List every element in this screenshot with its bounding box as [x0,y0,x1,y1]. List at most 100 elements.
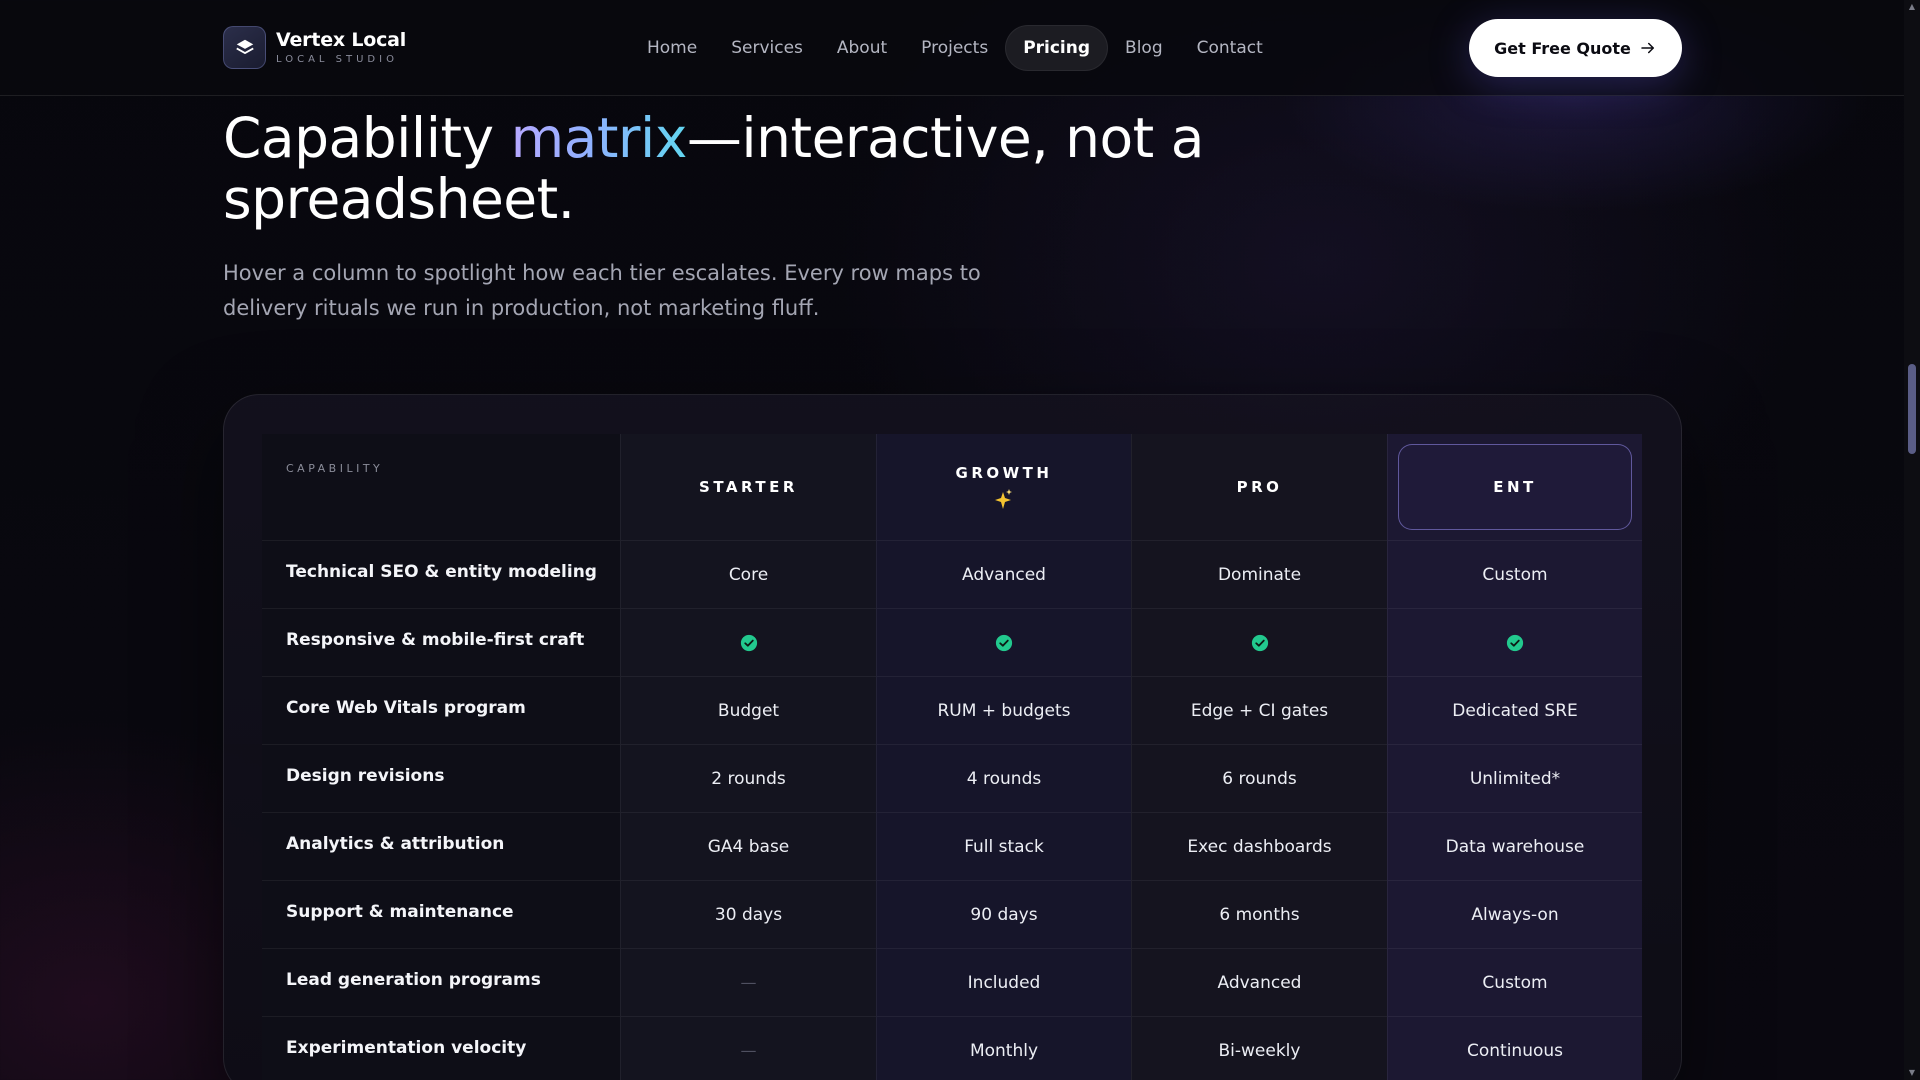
scrollbar-track[interactable] [1904,0,1920,1080]
capability-matrix: CAPABILITY STARTER GROWTH PRO ENT Techni… [262,434,1642,1080]
nav-item-contact[interactable]: Contact [1180,25,1280,71]
matrix-cell-pro: Bi-weekly [1131,1016,1387,1080]
arrow-right-icon [1641,42,1654,54]
matrix-cell-value: Full stack [964,836,1044,857]
matrix-cell-growth: 90 days [876,880,1131,948]
capability-column-header: CAPABILITY [262,434,620,540]
nav-item-services[interactable]: Services [714,25,820,71]
tier-header-label: PRO [1236,478,1283,496]
matrix-cell-ent: Always-on [1387,880,1642,948]
scroll-up-arrow-icon[interactable]: ▲ [1907,2,1917,12]
page-subtitle: Hover a column to spotlight how each tie… [223,261,981,320]
matrix-cell-value: Continuous [1466,1040,1563,1061]
not-included-dash: — [740,1041,757,1060]
main-nav: Home Services About Projects Pricing Blo… [630,24,1280,72]
nav-item-home[interactable]: Home [630,25,714,71]
matrix-cell-value: GA4 base [707,836,790,857]
tier-header-ent-highlight: ENT [1398,444,1632,530]
matrix-cell-growth: Advanced [876,540,1131,608]
matrix-cell-growth: Included [876,948,1131,1016]
tier-header-growth[interactable]: GROWTH [876,434,1131,540]
matrix-cell-growth: Full stack [876,812,1131,880]
matrix-cell-starter: GA4 base [620,812,876,880]
matrix-cell-value: 90 days [970,904,1038,925]
matrix-cell-growth: 4 rounds [876,744,1131,812]
capability-row-label: Analytics & attribution [262,812,620,880]
check-circle-icon [995,634,1013,651]
matrix-cell-value: RUM + budgets [937,700,1071,721]
matrix-cell-value: Dominate [1217,564,1302,585]
title-part1: Capability [223,106,511,170]
matrix-cell-value: Custom [1482,564,1548,585]
layers-icon[interactable] [223,26,266,69]
matrix-cell-value: Always-on [1471,904,1559,925]
matrix-cell-ent: Custom [1387,540,1642,608]
matrix-cell-pro: 6 rounds [1131,744,1387,812]
tier-header-label: GROWTH [955,464,1053,482]
site-header: Vertex Local LOCAL STUDIO Home Services … [0,0,1904,96]
capability-row-label: Responsive & mobile-first craft [262,608,620,676]
brand-name[interactable]: Vertex Local [276,29,406,51]
matrix-cell-pro: Dominate [1131,540,1387,608]
matrix-cell-pro: Exec dashboards [1131,812,1387,880]
matrix-cell-pro: Edge + CI gates [1131,676,1387,744]
nav-item-about[interactable]: About [820,25,904,71]
matrix-cell-value: Advanced [1217,972,1302,993]
capability-row-label: Core Web Vitals program [262,676,620,744]
nav-item-projects[interactable]: Projects [904,25,1005,71]
matrix-cell-value: 2 rounds [711,768,786,789]
matrix-cell-value: Bi-weekly [1218,1040,1301,1061]
nav-item-pricing[interactable]: Pricing [1005,25,1109,71]
matrix-cell-starter: — [620,948,876,1016]
tier-header-pro[interactable]: PRO [1131,434,1387,540]
capability-row-label: Experimentation velocity [262,1016,620,1080]
scrollbar-thumb[interactable] [1908,364,1916,454]
matrix-cell-starter: 30 days [620,880,876,948]
check-circle-icon [740,634,757,651]
matrix-cell-ent: Unlimited* [1387,744,1642,812]
nav-item-blog[interactable]: Blog [1108,25,1180,71]
matrix-cell-ent: Custom [1387,948,1642,1016]
scroll-down-arrow-icon[interactable]: ▼ [1907,1068,1917,1078]
tier-header-starter[interactable]: STARTER [620,434,876,540]
matrix-cell-value: 30 days [714,904,783,925]
brand-subtitle: LOCAL STUDIO [276,54,398,65]
sparkle-icon [995,489,1012,509]
check-circle-icon [1506,634,1524,651]
tier-header-label: STARTER [699,478,798,496]
matrix-cell-value: Budget [717,700,780,721]
matrix-cell-starter: Budget [620,676,876,744]
tier-header-ent[interactable]: ENT [1387,434,1642,540]
matrix-cell-pro [1131,608,1387,676]
get-free-quote-button[interactable]: Get Free Quote [1469,19,1682,77]
matrix-cell-ent: Dedicated SRE [1387,676,1642,744]
matrix-cell-ent: Data warehouse [1387,812,1642,880]
capability-row-label: Technical SEO & entity modeling [262,540,620,608]
matrix-cell-pro: Advanced [1131,948,1387,1016]
matrix-cell-value: Core [728,564,769,585]
matrix-cell-pro: 6 months [1131,880,1387,948]
tier-header-label: ENT [1493,478,1537,496]
check-circle-icon [1251,634,1268,651]
matrix-cell-growth [876,608,1131,676]
matrix-cell-value: Unlimited* [1469,768,1561,789]
matrix-cell-ent [1387,608,1642,676]
matrix-cell-value: Included [967,972,1041,993]
matrix-cell-value: 6 rounds [1222,768,1297,789]
matrix-cell-growth: RUM + budgets [876,676,1131,744]
matrix-cell-value: 6 months [1219,904,1300,925]
quote-button-label: Get Free Quote [1494,38,1631,58]
page-title: Capability matrix—interactive, not a spr… [223,108,1223,230]
matrix-cell-starter: — [620,1016,876,1080]
matrix-cell-value: Dedicated SRE [1452,700,1578,721]
matrix-cell-value: 4 rounds [966,768,1042,789]
matrix-cell-growth: Monthly [876,1016,1131,1080]
capability-row-label: Lead generation programs [262,948,620,1016]
matrix-cell-starter [620,608,876,676]
matrix-cell-value: Monthly [969,1040,1039,1061]
capability-row-label: Support & maintenance [262,880,620,948]
not-included-dash: — [740,973,757,992]
title-accent: matrix [510,106,688,170]
matrix-cell-value: Exec dashboards [1187,836,1332,857]
capability-row-label: Design revisions [262,744,620,812]
